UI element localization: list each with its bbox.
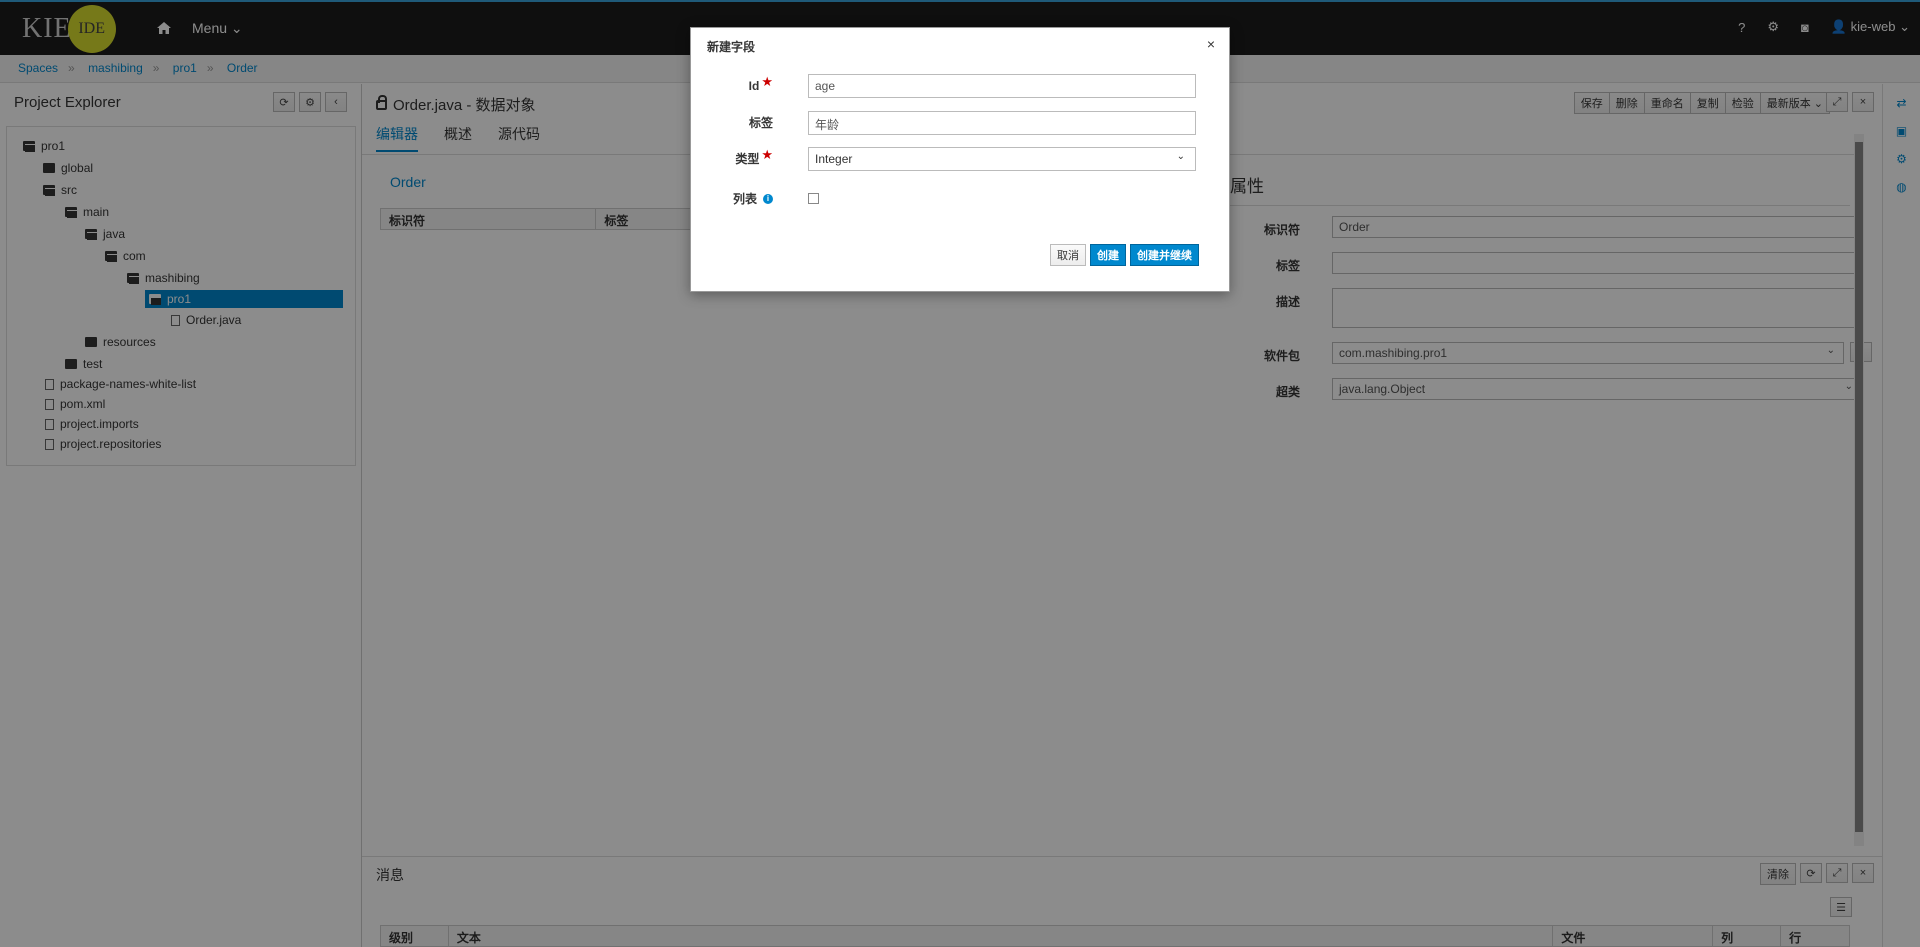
dialog-title: 新建字段: [707, 40, 756, 54]
list-checkbox[interactable]: [808, 193, 819, 204]
type-label: 类型 ★: [735, 146, 773, 167]
create-and-continue-button[interactable]: 创建并继续: [1130, 244, 1199, 266]
info-icon[interactable]: i: [763, 193, 773, 204]
cancel-button[interactable]: 取消: [1050, 244, 1086, 266]
list-label: 列表 i: [691, 190, 773, 207]
chevron-down-icon: ⌄: [1176, 150, 1185, 162]
dialog-close-button[interactable]: ×: [1207, 36, 1215, 52]
type-select[interactable]: Integer ⌄: [808, 146, 1196, 171]
id-input[interactable]: age: [808, 74, 1196, 98]
label-field-label: 标签: [748, 116, 773, 130]
label-input[interactable]: 年龄: [808, 110, 1196, 135]
id-label: Id ★: [748, 74, 773, 93]
required-star-icon: ★: [761, 74, 773, 89]
create-button[interactable]: 创建: [1090, 244, 1126, 266]
required-star-icon: ★: [761, 146, 773, 162]
new-field-dialog: 新建字段 × Id ★ age 标签 年龄 类型 ★ Integer ⌄ 列表 i 取消…: [690, 27, 1230, 292]
